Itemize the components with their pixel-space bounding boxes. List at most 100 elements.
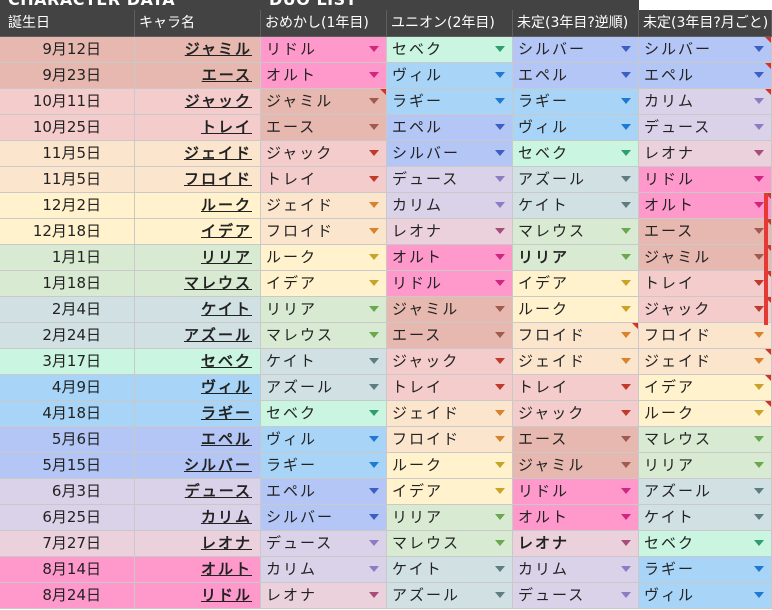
birthday-cell[interactable]: 12月2日 [0, 193, 135, 219]
duo-dropdown-cell[interactable]: ジャック [261, 141, 387, 167]
character-name-cell[interactable]: ヴィル [135, 375, 261, 401]
birthday-cell[interactable]: 5月6日 [0, 427, 135, 453]
duo-dropdown-cell[interactable]: ラギー [261, 453, 387, 479]
duo-dropdown-cell[interactable]: リリア [387, 505, 513, 531]
dropdown-arrow-icon[interactable] [369, 410, 379, 416]
dropdown-arrow-icon[interactable] [495, 150, 505, 156]
column-header[interactable]: キャラ名 [135, 10, 261, 37]
dropdown-arrow-icon[interactable] [621, 462, 631, 468]
column-header[interactable]: 誕生日 [0, 10, 135, 37]
dropdown-arrow-icon[interactable] [369, 280, 379, 286]
duo-dropdown-cell[interactable]: イデア [639, 375, 772, 401]
column-header[interactable]: 未定(3年目?月ごと) [639, 10, 772, 37]
dropdown-arrow-icon[interactable] [369, 514, 379, 520]
birthday-cell[interactable]: 2月4日 [0, 297, 135, 323]
character-name-link[interactable]: イデア [201, 222, 252, 240]
dropdown-arrow-icon[interactable] [369, 332, 379, 338]
character-name-link[interactable]: リリア [201, 248, 252, 266]
birthday-cell[interactable]: 6月25日 [0, 505, 135, 531]
character-name-cell[interactable]: ラギー [135, 401, 261, 427]
character-name-link[interactable]: レオナ [201, 534, 252, 552]
dropdown-arrow-icon[interactable] [495, 124, 505, 130]
duo-dropdown-cell[interactable]: オルト [639, 193, 772, 219]
dropdown-arrow-icon[interactable] [621, 46, 631, 52]
duo-dropdown-cell[interactable]: イデア [513, 271, 639, 297]
dropdown-arrow-icon[interactable] [369, 202, 379, 208]
duo-dropdown-cell[interactable]: イデア [261, 271, 387, 297]
duo-dropdown-cell[interactable]: フロイド [261, 219, 387, 245]
character-name-link[interactable]: アズール [184, 326, 252, 344]
duo-dropdown-cell[interactable]: ラギー [387, 89, 513, 115]
dropdown-arrow-icon[interactable] [621, 514, 631, 520]
duo-dropdown-cell[interactable]: ジャミル [261, 89, 387, 115]
dropdown-arrow-icon[interactable] [621, 124, 631, 130]
dropdown-arrow-icon[interactable] [754, 566, 764, 572]
dropdown-arrow-icon[interactable] [621, 384, 631, 390]
character-name-link[interactable]: ヴィル [201, 378, 252, 396]
character-name-link[interactable]: ジャック [185, 92, 252, 110]
dropdown-arrow-icon[interactable] [621, 280, 631, 286]
duo-dropdown-cell[interactable]: トレイ [387, 375, 513, 401]
duo-dropdown-cell[interactable]: エペル [261, 479, 387, 505]
duo-dropdown-cell[interactable]: エース [513, 427, 639, 453]
birthday-cell[interactable]: 1月1日 [0, 245, 135, 271]
dropdown-arrow-icon[interactable] [621, 410, 631, 416]
spreadsheet-grid[interactable]: CHARACTER DATA DUO LIST 誕生日キャラ名おめかし(1年目)ユニ… [0, 0, 772, 610]
character-name-link[interactable]: トレイ [201, 118, 252, 136]
character-name-cell[interactable]: フロイド [135, 167, 261, 193]
duo-dropdown-cell[interactable]: オルト [387, 245, 513, 271]
duo-dropdown-cell[interactable]: マレウス [513, 219, 639, 245]
column-header[interactable]: 未定(3年目?逆順) [513, 10, 639, 37]
duo-dropdown-cell[interactable]: ルーク [387, 453, 513, 479]
character-name-cell[interactable]: トレイ [135, 115, 261, 141]
duo-dropdown-cell[interactable]: ジェイド [513, 349, 639, 375]
dropdown-arrow-icon[interactable] [621, 436, 631, 442]
dropdown-arrow-icon[interactable] [495, 488, 505, 494]
character-name-cell[interactable]: リリア [135, 245, 261, 271]
character-name-cell[interactable]: ケイト [135, 297, 261, 323]
duo-dropdown-cell[interactable]: リドル [513, 479, 639, 505]
character-name-link[interactable]: カリム [201, 508, 252, 526]
duo-dropdown-cell[interactable]: マレウス [639, 427, 772, 453]
duo-dropdown-cell[interactable]: デュース [261, 531, 387, 557]
duo-dropdown-cell[interactable]: カリム [513, 557, 639, 583]
duo-dropdown-cell[interactable]: セベク [261, 401, 387, 427]
duo-dropdown-cell[interactable]: マレウス [261, 323, 387, 349]
birthday-cell[interactable]: 10月11日 [0, 89, 135, 115]
duo-dropdown-cell[interactable]: マレウス [387, 531, 513, 557]
duo-dropdown-cell[interactable]: ヴィル [513, 115, 639, 141]
dropdown-arrow-icon[interactable] [621, 566, 631, 572]
dropdown-arrow-icon[interactable] [754, 46, 764, 52]
character-name-cell[interactable]: カリム [135, 505, 261, 531]
duo-dropdown-cell[interactable]: カリム [387, 193, 513, 219]
duo-dropdown-cell[interactable]: トレイ [513, 375, 639, 401]
dropdown-arrow-icon[interactable] [369, 254, 379, 260]
dropdown-arrow-icon[interactable] [621, 592, 631, 598]
character-name-cell[interactable]: セベク [135, 349, 261, 375]
duo-dropdown-cell[interactable]: ラギー [513, 89, 639, 115]
duo-dropdown-cell[interactable]: フロイド [387, 427, 513, 453]
birthday-cell[interactable]: 3月17日 [0, 349, 135, 375]
duo-dropdown-cell[interactable]: リリア [513, 245, 639, 271]
dropdown-arrow-icon[interactable] [754, 540, 764, 546]
birthday-cell[interactable]: 4月9日 [0, 375, 135, 401]
duo-dropdown-cell[interactable]: オルト [261, 63, 387, 89]
dropdown-arrow-icon[interactable] [369, 358, 379, 364]
character-name-link[interactable]: リドル [201, 586, 252, 604]
dropdown-arrow-icon[interactable] [495, 228, 505, 234]
dropdown-arrow-icon[interactable] [369, 98, 379, 104]
dropdown-arrow-icon[interactable] [369, 436, 379, 442]
dropdown-arrow-icon[interactable] [754, 514, 764, 520]
duo-dropdown-cell[interactable]: デュース [513, 583, 639, 609]
dropdown-arrow-icon[interactable] [621, 98, 631, 104]
dropdown-arrow-icon[interactable] [369, 384, 379, 390]
dropdown-arrow-icon[interactable] [621, 358, 631, 364]
dropdown-arrow-icon[interactable] [495, 176, 505, 182]
dropdown-arrow-icon[interactable] [495, 436, 505, 442]
duo-dropdown-cell[interactable]: ジャミル [639, 245, 772, 271]
duo-dropdown-cell[interactable]: アズール [387, 583, 513, 609]
dropdown-arrow-icon[interactable] [754, 150, 764, 156]
dropdown-arrow-icon[interactable] [369, 72, 379, 78]
duo-dropdown-cell[interactable]: セベク [387, 37, 513, 63]
duo-dropdown-cell[interactable]: ケイト [261, 349, 387, 375]
